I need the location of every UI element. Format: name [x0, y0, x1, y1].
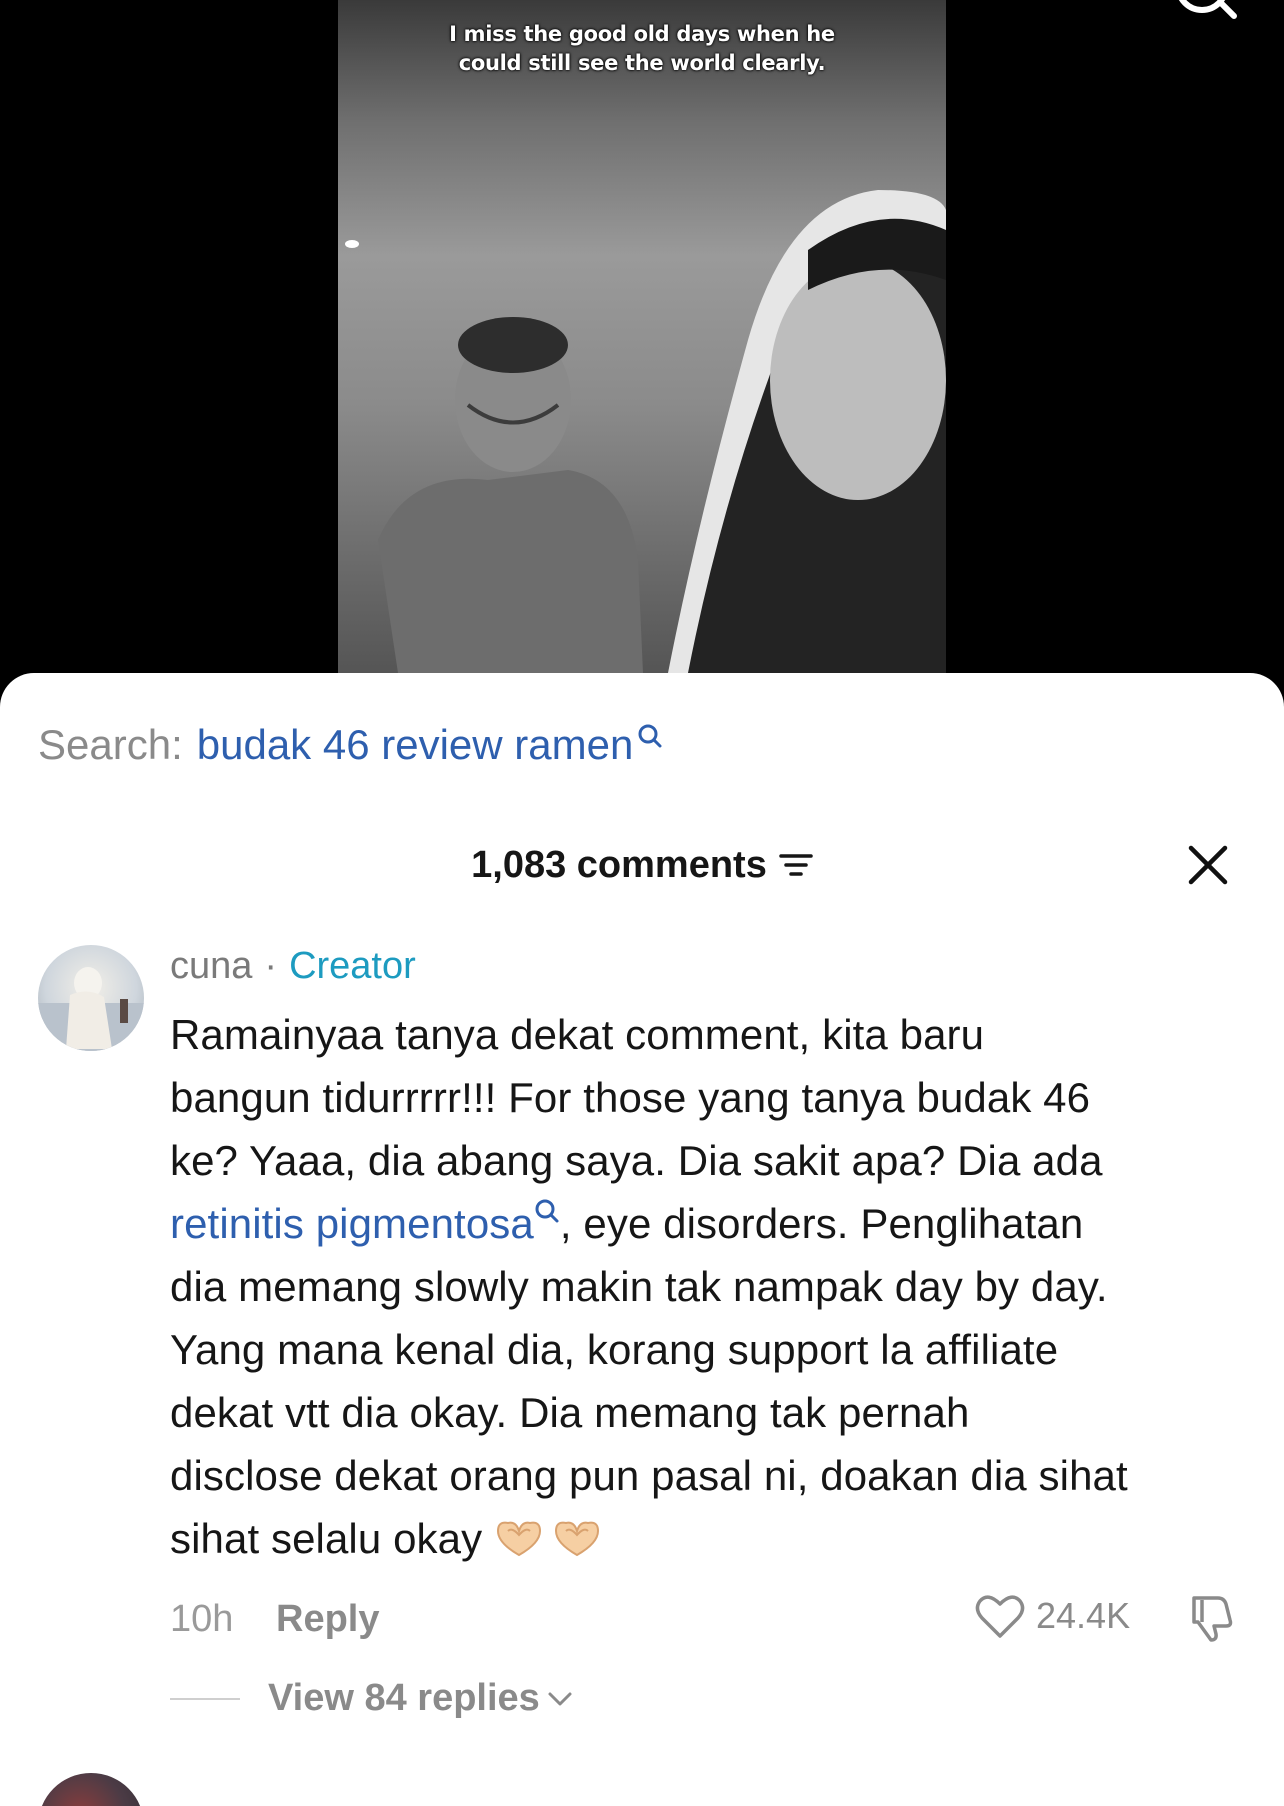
comment-line: ke? Yaaa, dia abang saya. Dia sakit apa?…	[170, 1137, 1103, 1184]
search-icon	[535, 1199, 559, 1223]
heart-icon[interactable]	[974, 1592, 1026, 1640]
comment-line-with-link: retinitis pigmentosa , eye disorders. Pen…	[170, 1192, 1260, 1255]
dislike-icon[interactable]	[1184, 1592, 1238, 1644]
comment-username[interactable]: cuna	[170, 945, 252, 988]
comment-line: disclose dekat orang pun pasal ni, doaka…	[170, 1452, 1128, 1499]
search-query[interactable]: budak 46 review ramen	[197, 721, 634, 769]
filter-icon[interactable]	[779, 850, 813, 880]
comment-search-link[interactable]: retinitis pigmentosa	[170, 1199, 560, 1247]
comment-link-suffix: , eye disorders. Penglihatan	[559, 1200, 1084, 1247]
video-scene	[345, 190, 946, 673]
view-replies-button[interactable]: View 84 replies	[170, 1677, 574, 1720]
search-icon[interactable]	[1168, 0, 1238, 30]
video-caption-line2: could still see the world clearly.	[458, 51, 826, 75]
comments-header: 1,083 comments	[0, 835, 1284, 895]
comment-time: 10h	[170, 1598, 234, 1640]
avatar[interactable]	[38, 945, 144, 1051]
search-label: Search:	[38, 721, 183, 768]
comments-count: 1,083 comments	[471, 843, 767, 886]
comment-line-last: sihat selalu okay	[170, 1507, 1260, 1574]
comment-meta: cuna · Creator	[170, 945, 416, 988]
comment-actions: 10h Reply 24.4K	[170, 1595, 1250, 1648]
video-caption: I miss the good old days when he could s…	[338, 20, 946, 78]
chevron-down-icon	[548, 1692, 572, 1705]
heart-hands-emoji-icon	[497, 1521, 600, 1557]
reply-button[interactable]: Reply	[276, 1598, 379, 1641]
video-caption-line1: I miss the good old days when he	[449, 22, 835, 46]
comments-sheet: Search: budak 46 review ramen 1,083 comm…	[0, 673, 1284, 1806]
comment-line: dia memang slowly makin tak nampak day b…	[170, 1263, 1108, 1310]
heart-hands-emoji	[492, 1511, 606, 1574]
avatar-image	[38, 967, 144, 1051]
comment-line: Ramainyaa tanya dekat comment, kita baru	[170, 1011, 985, 1058]
like-button[interactable]: 24.4K	[974, 1592, 1130, 1640]
like-count: 24.4K	[1036, 1595, 1131, 1636]
comment-line: bangun tidurrrrr!!! For those yang tanya…	[170, 1074, 1091, 1121]
search-icon	[638, 724, 662, 748]
creator-badge: Creator	[289, 945, 416, 987]
close-icon[interactable]	[1186, 843, 1230, 887]
view-replies-label[interactable]: View 84 replies	[268, 1677, 540, 1720]
comment-text: Ramainyaa tanya dekat comment, kita baru…	[170, 1003, 1260, 1574]
video-frame[interactable]: I miss the good old days when he could s…	[338, 0, 946, 673]
comment-line: dekat vtt dia okay. Dia memang tak perna…	[170, 1389, 970, 1436]
comment-line: Yang mana kenal dia, korang support la a…	[170, 1326, 1059, 1373]
comment-line: sihat selalu okay	[170, 1515, 483, 1562]
search-suggestion[interactable]: Search: budak 46 review ramen	[38, 721, 663, 769]
comment-link-text[interactable]: retinitis pigmentosa	[170, 1200, 534, 1247]
next-comment-avatar[interactable]	[38, 1773, 144, 1806]
video-player[interactable]: I miss the good old days when he could s…	[0, 0, 1284, 700]
meta-separator: ·	[264, 945, 278, 987]
replies-divider	[170, 1697, 240, 1700]
